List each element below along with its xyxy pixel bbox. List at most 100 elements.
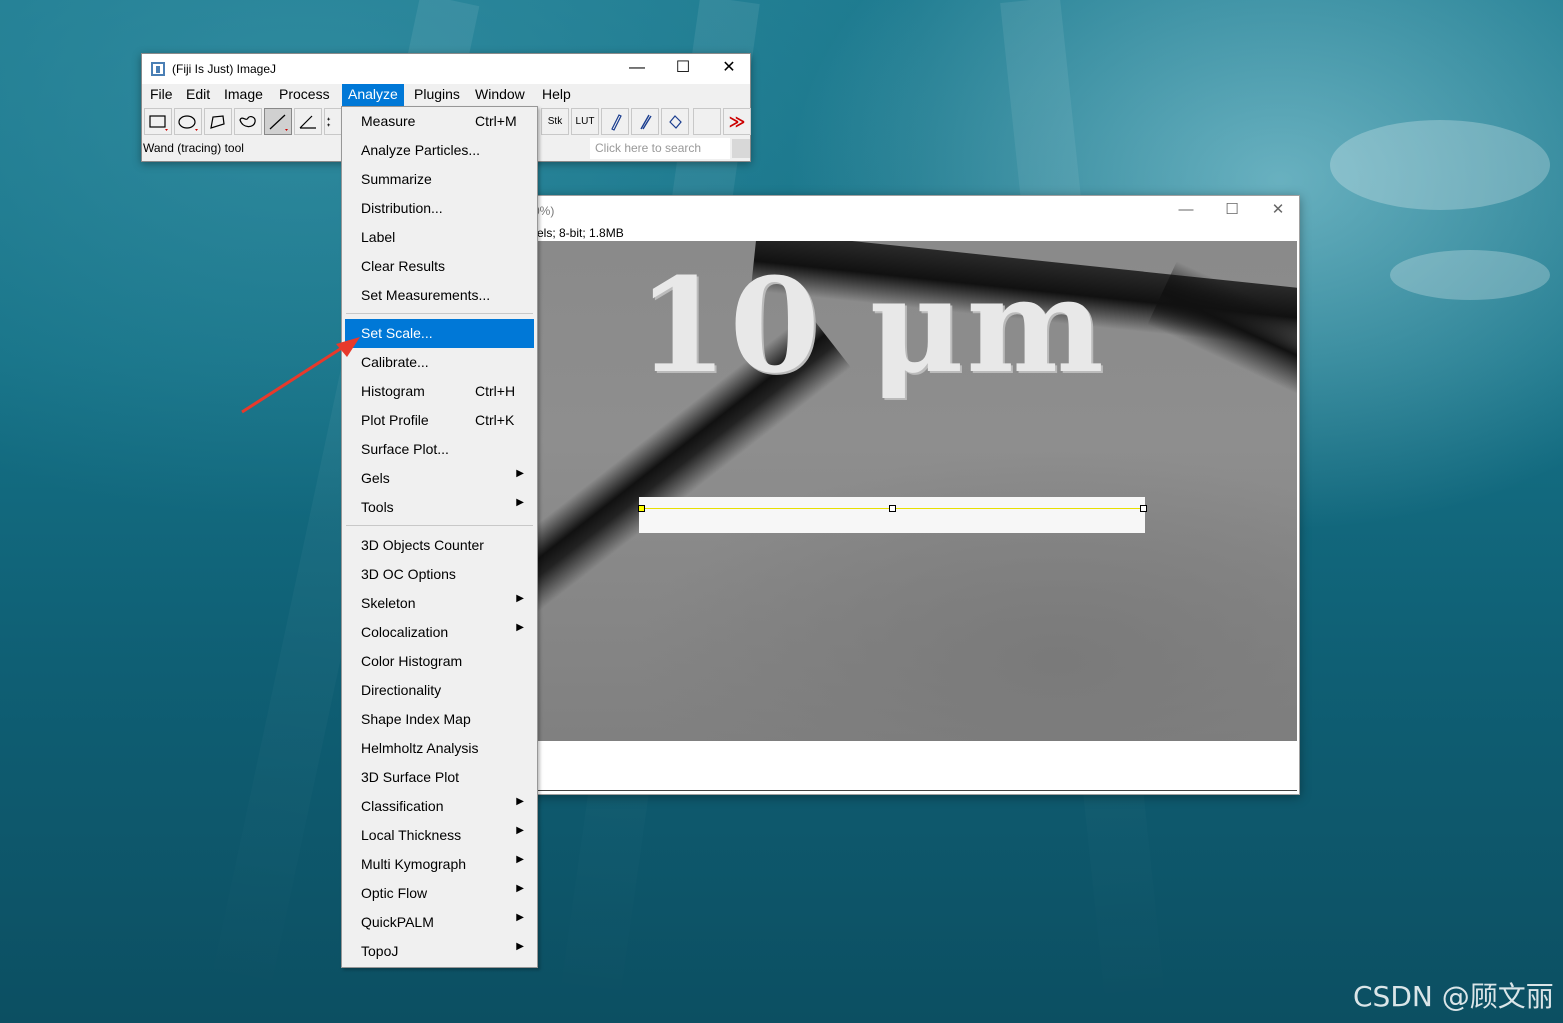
menu-item-skeleton[interactable]: Skeleton ▶ (345, 589, 534, 618)
pencil-tool[interactable] (601, 108, 629, 135)
menu-item-quickpalm[interactable]: QuickPALM ▶ (345, 908, 534, 937)
menu-item-colocalization[interactable]: Colocalization ▶ (345, 618, 534, 647)
menu-plugins[interactable]: Plugins (408, 84, 466, 106)
menu-item-shortcut: Ctrl+M (475, 113, 517, 129)
menu-item-multi-kymograph[interactable]: Multi Kymograph ▶ (345, 850, 534, 879)
menu-item-label: Color Histogram (361, 653, 463, 669)
submenu-arrow-icon: ▶ (516, 468, 524, 479)
polygon-tool[interactable] (204, 108, 232, 135)
line-tool[interactable] (264, 108, 292, 135)
menu-item-shape-index-map[interactable]: Shape Index Map (345, 705, 534, 734)
menu-item-label: Tools (361, 499, 394, 515)
selection-handle-end[interactable] (1140, 505, 1147, 512)
submenu-arrow-icon: ▶ (516, 912, 524, 923)
selection-handle-middle[interactable] (889, 505, 896, 512)
menu-item-label: Directionality (361, 682, 442, 698)
menu-help[interactable]: Help (536, 84, 577, 106)
selection-handle-start[interactable] (638, 505, 645, 512)
image-minimize-button[interactable]: — (1163, 198, 1209, 224)
menu-item-label: Local Thickness (361, 827, 462, 843)
menu-item-clear-results[interactable]: Clear Results (345, 252, 534, 281)
image-maximize-button[interactable]: ☐ (1209, 198, 1255, 224)
paint-bucket-icon (669, 114, 682, 129)
watermark: CSDN @顾文丽 (1353, 980, 1554, 1013)
oval-icon (178, 114, 198, 131)
menu-item-label: Label (361, 229, 396, 245)
menu-item-label: QuickPALM (361, 914, 434, 930)
polygon-icon (210, 114, 225, 129)
status-bar: Wand (tracing) tool (143, 141, 244, 155)
freehand-tool[interactable] (234, 108, 262, 135)
menu-item-label: Surface Plot... (361, 441, 449, 457)
menu-item-tools[interactable]: Tools ▶ (345, 493, 534, 522)
menu-item-summarize[interactable]: Summarize (345, 165, 534, 194)
menu-item-topoj[interactable]: TopoJ ▶ (345, 937, 534, 966)
menu-analyze[interactable]: Analyze (342, 84, 404, 106)
menu-separator (346, 525, 533, 526)
menu-window[interactable]: Window (469, 84, 531, 106)
menu-separator (346, 313, 533, 314)
oval-tool[interactable] (174, 108, 202, 135)
menu-item-local-thickness[interactable]: Local Thickness ▶ (345, 821, 534, 850)
search-input[interactable]: Click here to search (590, 138, 730, 159)
menu-item-label: Set Measurements... (361, 287, 491, 303)
brush-tool[interactable] (631, 108, 659, 135)
menu-item-helmholtz-analysis[interactable]: Helmholtz Analysis (345, 734, 534, 763)
water-splash (1330, 120, 1550, 210)
menu-item-calibrate[interactable]: Calibrate... (345, 348, 534, 377)
menu-item-distribution[interactable]: Distribution... (345, 194, 534, 223)
submenu-arrow-icon: ▶ (516, 796, 524, 807)
menu-item-label: Optic Flow (361, 885, 428, 901)
menu-item-3d-objects-counter[interactable]: 3D Objects Counter (345, 531, 534, 560)
menu-item-set-scale[interactable]: Set Scale... (345, 319, 534, 348)
lut-tool[interactable]: LUT (571, 108, 599, 135)
scale-bar (639, 497, 1145, 533)
menu-item-surface-plot[interactable]: Surface Plot... (345, 435, 534, 464)
search-button[interactable] (732, 139, 750, 158)
empty-tool-slot[interactable] (693, 108, 721, 135)
point-tool[interactable] (324, 108, 342, 135)
brush-icon (640, 114, 652, 129)
angle-tool[interactable] (294, 108, 322, 135)
menu-item-label: Summarize (361, 171, 432, 187)
menu-item-label: Shape Index Map (361, 711, 471, 727)
menu-item-gels[interactable]: Gels ▶ (345, 464, 534, 493)
menu-item-set-measurements[interactable]: Set Measurements... (345, 281, 534, 310)
rectangle-icon (149, 114, 168, 131)
menu-item-measure[interactable]: Measure Ctrl+M (345, 107, 534, 136)
line-icon (269, 114, 288, 131)
menu-item-label: Measure (361, 113, 416, 129)
menu-item-label: 3D Surface Plot (361, 769, 460, 785)
menu-image[interactable]: Image (218, 84, 269, 106)
menu-item-label: Classification (361, 798, 444, 814)
menu-process[interactable]: Process (273, 84, 336, 106)
menu-item-label: Clear Results (361, 258, 446, 274)
menu-item-color-histogram[interactable]: Color Histogram (345, 647, 534, 676)
menu-item-label: Analyze Particles... (361, 142, 481, 158)
menu-item-analyze-particles[interactable]: Analyze Particles... (345, 136, 534, 165)
image-canvas[interactable]: 10 μm (537, 241, 1297, 741)
submenu-arrow-icon: ▶ (516, 941, 524, 952)
submenu-arrow-icon: ▶ (516, 825, 524, 836)
stack-tool[interactable]: Stk (541, 108, 569, 135)
maximize-button[interactable]: ☐ (660, 54, 706, 84)
menu-item-label: Helmholtz Analysis (361, 740, 479, 756)
close-button[interactable]: ✕ (706, 54, 752, 84)
menu-item-plot-profile[interactable]: Plot Profile Ctrl+K (345, 406, 534, 435)
menu-item-directionality[interactable]: Directionality (345, 676, 534, 705)
menu-item-label: Distribution... (361, 200, 443, 216)
menu-file[interactable]: File (144, 84, 179, 106)
menu-item-3d-surface-plot[interactable]: 3D Surface Plot (345, 763, 534, 792)
flood-fill-tool[interactable] (661, 108, 689, 135)
minimize-button[interactable]: — (614, 54, 660, 84)
submenu-arrow-icon: ▶ (516, 593, 524, 604)
menu-item-histogram[interactable]: Histogram Ctrl+H (345, 377, 534, 406)
menu-edit[interactable]: Edit (180, 84, 216, 106)
menu-item-classification[interactable]: Classification ▶ (345, 792, 534, 821)
menu-item-optic-flow[interactable]: Optic Flow ▶ (345, 879, 534, 908)
image-close-button[interactable]: ✕ (1255, 198, 1301, 224)
menu-item-3d-oc-options[interactable]: 3D OC Options (345, 560, 534, 589)
menu-item-label-tool[interactable]: Label (345, 223, 534, 252)
rectangle-tool[interactable] (144, 108, 172, 135)
more-tools-button[interactable]: ≫ (723, 108, 751, 135)
